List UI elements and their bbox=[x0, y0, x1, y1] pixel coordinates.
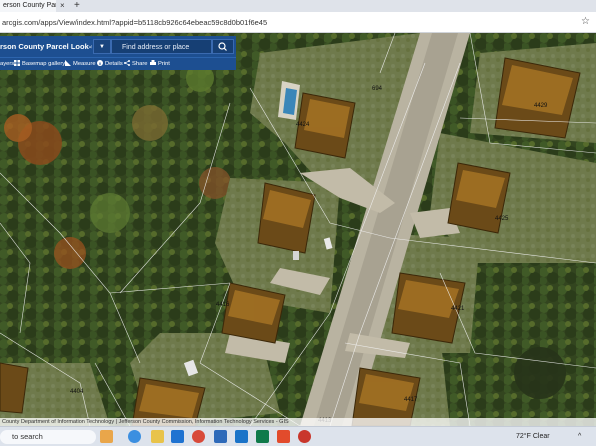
satellite-imagery bbox=[0, 33, 596, 426]
firefox-icon[interactable] bbox=[277, 430, 290, 443]
info-icon bbox=[97, 60, 103, 67]
parcel-label: 4404 bbox=[70, 389, 84, 395]
screen: erson County Parcel Look-u × + arcgis.co… bbox=[0, 0, 596, 446]
basemap-gallery-button[interactable]: Basemap gallery bbox=[14, 58, 65, 70]
chevron-up-icon[interactable]: ^ bbox=[578, 430, 581, 444]
star-icon[interactable]: ☆ bbox=[581, 15, 590, 29]
print-button[interactable]: Print bbox=[150, 58, 170, 70]
parcel-label: 4421 bbox=[451, 306, 465, 312]
parcel-label: 4424 bbox=[296, 122, 310, 128]
store-icon[interactable] bbox=[171, 430, 184, 443]
basemap-gallery-label: Basemap gallery bbox=[22, 61, 66, 67]
taskbar: to search 72°F Clear ^ bbox=[0, 426, 596, 446]
weather-condition: Clear bbox=[532, 433, 550, 440]
edge-icon[interactable] bbox=[128, 430, 141, 443]
layers-button[interactable]: ayers bbox=[0, 58, 14, 70]
outlook-icon[interactable] bbox=[235, 430, 248, 443]
grid-icon bbox=[14, 60, 20, 67]
chevron-down-icon: ▼ bbox=[99, 44, 105, 50]
app-toolbar: ayers Basemap gallery Measure Details Sh… bbox=[0, 57, 236, 70]
search-input[interactable]: Find address or place bbox=[111, 39, 212, 54]
weather-widget[interactable]: 72°F Clear bbox=[516, 430, 550, 444]
search-source-dropdown[interactable]: ▼ bbox=[93, 39, 111, 54]
close-tab-icon[interactable]: × bbox=[60, 0, 65, 12]
print-label: Print bbox=[158, 61, 170, 67]
app-title: rson County Parcel Look-up bbox=[0, 42, 92, 51]
browser-tab[interactable]: erson County Parcel Look-u bbox=[0, 0, 56, 12]
browser-tabbar: erson County Parcel Look-u × + bbox=[0, 0, 596, 12]
measure-label: Measure bbox=[73, 61, 96, 67]
parcel-label: 4417 bbox=[404, 397, 418, 403]
parcel-label: 4429 bbox=[534, 103, 548, 109]
parcel-label: 4416 bbox=[216, 302, 230, 308]
chrome-icon-2[interactable] bbox=[298, 430, 311, 443]
printer-icon bbox=[150, 60, 156, 66]
parcel-label: 4425 bbox=[495, 216, 509, 222]
map-attribution: County Department of Information Technol… bbox=[0, 418, 596, 426]
file-explorer-icon[interactable] bbox=[151, 430, 164, 443]
address-bar: arcgis.com/apps/View/index.html?appid=b5… bbox=[0, 12, 596, 33]
share-label: Share bbox=[132, 61, 148, 67]
widgets-icon[interactable] bbox=[100, 430, 113, 443]
new-tab-button[interactable]: + bbox=[74, 0, 80, 12]
chrome-icon[interactable] bbox=[192, 430, 205, 443]
details-label: Details bbox=[105, 61, 123, 67]
weather-temp: 72°F bbox=[516, 433, 531, 440]
excel-icon[interactable] bbox=[256, 430, 269, 443]
layers-label: ayers bbox=[0, 61, 15, 67]
search-icon bbox=[218, 42, 227, 51]
map-view[interactable]: 694 4429 4424 4425 4421 4416 4404 4417 4… bbox=[0, 33, 596, 426]
share-button[interactable]: Share bbox=[124, 58, 147, 70]
measure-icon bbox=[65, 60, 71, 67]
app-header: rson County Parcel Look-up ▼ Find addres… bbox=[0, 36, 236, 57]
taskbar-search[interactable]: to search bbox=[0, 430, 96, 444]
search-button[interactable] bbox=[212, 39, 234, 54]
word-icon[interactable] bbox=[214, 430, 227, 443]
share-icon bbox=[124, 60, 130, 67]
parcel-label: 694 bbox=[372, 86, 383, 92]
details-button[interactable]: Details bbox=[97, 58, 123, 70]
measure-button[interactable]: Measure bbox=[65, 58, 96, 70]
url-field[interactable]: arcgis.com/apps/View/index.html?appid=b5… bbox=[2, 16, 267, 29]
